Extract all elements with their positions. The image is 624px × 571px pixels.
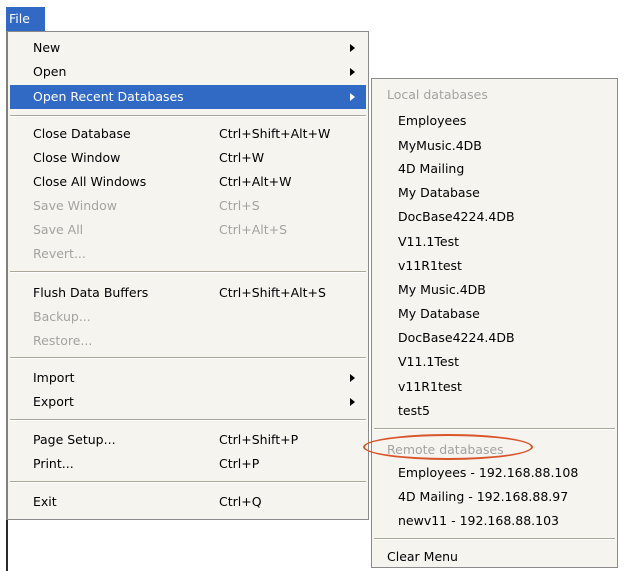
menu-item-label: Revert... <box>33 246 86 261</box>
window-edge-line <box>6 520 8 571</box>
recent-local-item[interactable]: Employees <box>374 109 615 133</box>
menu-item-shortcut: Ctrl+Shift+Alt+W <box>219 126 331 141</box>
menu-item-shortcut: Ctrl+Alt+S <box>219 222 288 237</box>
menu-separator <box>10 419 366 421</box>
submenu-arrow-icon <box>350 93 355 101</box>
menu-item-label: Open Recent Databases <box>33 89 184 104</box>
recent-item-label: newv11 - 192.168.88.103 <box>398 513 559 528</box>
recent-item-label: DocBase4224.4DB <box>398 330 515 345</box>
menu-item-import[interactable]: Import <box>10 366 366 390</box>
menu-item-label: Restore... <box>33 333 93 348</box>
menu-item-label: Flush Data Buffers <box>33 285 149 300</box>
menu-item-close-all-windows[interactable]: Close All Windows Ctrl+Alt+W <box>10 170 366 194</box>
menu-separator <box>374 428 615 430</box>
local-databases-header: Local databases <box>374 83 615 107</box>
recent-local-item[interactable]: My Music.4DB <box>374 278 615 302</box>
recent-databases-submenu: Local databases Employees MyMusic.4DB 4D… <box>371 78 618 568</box>
menu-item-label: Exit <box>33 494 57 509</box>
menu-item-close-window[interactable]: Close Window Ctrl+W <box>10 146 366 170</box>
file-menu: New Open Open Recent Databases Close Dat… <box>6 31 369 520</box>
menu-item-exit[interactable]: Exit Ctrl+Q <box>10 490 366 514</box>
recent-item-label: v11R1test <box>398 258 462 273</box>
menu-item-shortcut: Ctrl+P <box>219 456 260 471</box>
menu-item-label: Import <box>33 370 75 385</box>
recent-local-item[interactable]: My Database <box>374 181 615 205</box>
menu-item-label: Backup... <box>33 309 91 324</box>
menu-item-new[interactable]: New <box>10 36 366 60</box>
recent-item-label: 4D Mailing - 192.168.88.97 <box>398 489 569 504</box>
menu-item-shortcut: Ctrl+W <box>219 150 265 165</box>
menu-item-shortcut: Ctrl+Q <box>219 494 262 509</box>
recent-local-item[interactable]: MyMusic.4DB <box>374 134 615 158</box>
recent-local-item[interactable]: V11.1Test <box>374 230 615 254</box>
menu-item-label: Print... <box>33 456 74 471</box>
menu-separator <box>10 271 366 273</box>
recent-item-label: v11R1test <box>398 379 462 394</box>
submenu-arrow-icon <box>350 374 355 382</box>
submenu-arrow-icon <box>350 44 355 52</box>
menu-item-print[interactable]: Print... Ctrl+P <box>10 452 366 476</box>
recent-local-item[interactable]: My Database <box>374 302 615 326</box>
menu-item-shortcut: Ctrl+Alt+W <box>219 174 292 189</box>
menu-item-label: Open <box>33 64 67 79</box>
menu-item-open-recent-databases[interactable]: Open Recent Databases <box>10 85 366 109</box>
recent-remote-item[interactable]: Employees - 192.168.88.108 <box>374 461 615 485</box>
recent-local-item[interactable]: DocBase4224.4DB <box>374 205 615 229</box>
recent-item-label: My Database <box>398 306 480 321</box>
menu-item-export[interactable]: Export <box>10 390 366 414</box>
recent-remote-item[interactable]: newv11 - 192.168.88.103 <box>374 509 615 533</box>
menu-item-restore: Restore... <box>10 329 366 353</box>
clear-menu-label: Clear Menu <box>387 549 458 564</box>
menu-item-label: Save Window <box>33 198 117 213</box>
menu-item-close-database[interactable]: Close Database Ctrl+Shift+Alt+W <box>10 122 366 146</box>
menu-separator <box>10 115 366 117</box>
recent-local-item[interactable]: v11R1test <box>374 254 615 278</box>
menu-item-revert: Revert... <box>10 242 366 266</box>
menu-item-label: Close Database <box>33 126 131 141</box>
recent-local-item[interactable]: v11R1test <box>374 375 615 399</box>
submenu-arrow-icon <box>350 398 355 406</box>
menu-separator <box>10 357 366 359</box>
file-menu-button[interactable]: File <box>6 7 45 31</box>
menu-item-page-setup[interactable]: Page Setup... Ctrl+Shift+P <box>10 428 366 452</box>
menu-separator <box>10 481 366 483</box>
recent-local-item[interactable]: V11.1Test <box>374 350 615 374</box>
menu-item-save-window: Save Window Ctrl+S <box>10 194 366 218</box>
menu-item-flush-data-buffers[interactable]: Flush Data Buffers Ctrl+Shift+Alt+S <box>10 281 366 305</box>
menu-separator <box>374 538 615 540</box>
recent-remote-item[interactable]: 4D Mailing - 192.168.88.97 <box>374 485 615 509</box>
recent-item-label: Employees - 192.168.88.108 <box>398 465 579 480</box>
recent-item-label: V11.1Test <box>398 234 459 249</box>
recent-item-label: My Music.4DB <box>398 282 486 297</box>
menu-item-shortcut: Ctrl+Shift+Alt+S <box>219 285 326 300</box>
menu-item-save-all: Save All Ctrl+Alt+S <box>10 218 366 242</box>
recent-item-label: DocBase4224.4DB <box>398 209 515 224</box>
recent-item-label: Employees <box>398 113 467 128</box>
recent-item-label: V11.1Test <box>398 354 459 369</box>
recent-local-item[interactable]: DocBase4224.4DB <box>374 326 615 350</box>
menu-item-label: Save All <box>33 222 84 237</box>
section-header-label: Local databases <box>387 87 488 102</box>
clear-menu-item[interactable]: Clear Menu <box>374 545 615 569</box>
recent-local-item[interactable]: 4D Mailing <box>374 157 615 181</box>
recent-item-label: test5 <box>398 403 430 418</box>
menu-item-shortcut: Ctrl+S <box>219 198 260 213</box>
menu-item-label: Page Setup... <box>33 432 116 447</box>
annotation-oval <box>363 434 533 460</box>
recent-local-item[interactable]: test5 <box>374 399 615 423</box>
menu-item-open[interactable]: Open <box>10 60 366 84</box>
menu-item-label: Close Window <box>33 150 121 165</box>
menu-item-label: Export <box>33 394 74 409</box>
recent-item-label: MyMusic.4DB <box>398 138 482 153</box>
recent-item-label: My Database <box>398 185 480 200</box>
recent-item-label: 4D Mailing <box>398 161 465 176</box>
menu-item-backup: Backup... <box>10 305 366 329</box>
submenu-arrow-icon <box>350 68 355 76</box>
menu-item-label: Close All Windows <box>33 174 147 189</box>
menu-item-label: New <box>33 40 61 55</box>
menu-item-shortcut: Ctrl+Shift+P <box>219 432 299 447</box>
